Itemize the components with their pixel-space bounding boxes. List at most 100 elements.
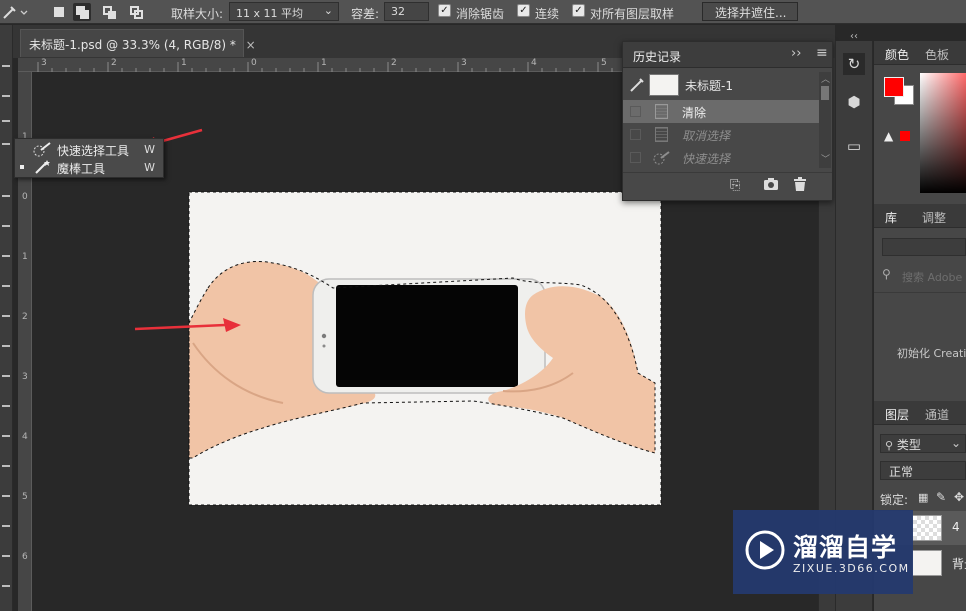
collapse-icon[interactable]: ‹‹	[850, 31, 858, 42]
tool-slot[interactable]	[2, 65, 10, 67]
3d-cube-icon[interactable]: ⬢	[843, 91, 865, 113]
tool-slot[interactable]	[2, 143, 10, 145]
flyout-item-label: 快速选择工具	[57, 144, 130, 158]
ruler-label: 4	[531, 58, 537, 68]
panel-menu-icon[interactable]: ≡	[816, 45, 828, 61]
tool-slot[interactable]	[2, 285, 10, 287]
subtract-from-selection-icon[interactable]	[100, 3, 118, 21]
lock-brush-icon[interactable]: ✎	[936, 490, 946, 504]
sample-all-layers-label: 对所有图层取样	[590, 7, 675, 21]
intersect-selection-icon[interactable]	[127, 3, 145, 21]
tool-slot[interactable]	[2, 375, 10, 377]
watermark: 溜溜自学 ZIXUE.3D66.COM	[733, 510, 913, 594]
folder-clock-icon[interactable]: ▭	[843, 135, 865, 157]
foreground-color-swatch[interactable]	[884, 77, 904, 97]
options-bar: 取样大小: 11 x 11 平均 ⌄ 容差: 32 ✓ 消除锯齿 ✓ 连续 ✓ …	[0, 0, 966, 24]
tool-slot[interactable]	[2, 495, 10, 497]
layer-thumbnail	[912, 550, 942, 576]
add-to-selection-icon[interactable]	[73, 3, 91, 21]
tolerance-input[interactable]: 32	[384, 2, 429, 21]
warning-icon: ▲	[884, 129, 894, 143]
tab-channels[interactable]: 通道	[925, 406, 949, 423]
flyout-item-shortcut: W	[144, 161, 155, 174]
gamut-color-swatch[interactable]	[900, 131, 910, 141]
history-tab[interactable]: 历史记录	[633, 48, 681, 65]
trash-icon[interactable]	[793, 177, 807, 195]
tool-slot[interactable]	[2, 315, 10, 317]
document-tab[interactable]: 未标题-1.psd @ 33.3% (4, RGB/8) * ×	[20, 29, 256, 57]
scroll-down-icon[interactable]: ﹀	[821, 152, 830, 165]
ruler-label: 0	[22, 192, 28, 202]
tool-slot[interactable]	[2, 120, 10, 122]
tolerance-label: 容差:	[351, 7, 380, 21]
ruler-label: 2	[391, 58, 397, 68]
tool-slot[interactable]	[2, 435, 10, 437]
history-panel: 历史记录 ›› ≡ 未标题-1 清除 取消选择 快速选择 ︿ ﹀ ⎘	[622, 41, 833, 201]
history-state[interactable]: 取消选择	[623, 123, 819, 146]
history-source-checkbox[interactable]	[630, 129, 641, 140]
history-source-checkbox[interactable]	[630, 106, 641, 117]
contiguous-checkbox[interactable]: ✓	[517, 4, 530, 17]
flyout-item-label: 魔棒工具	[57, 162, 106, 176]
tool-slot[interactable]	[2, 465, 10, 467]
tab-layers[interactable]: 图层	[885, 406, 909, 423]
camera-icon[interactable]	[763, 177, 779, 194]
library-select[interactable]	[882, 238, 966, 256]
tab-adjustments[interactable]: 调整	[922, 209, 946, 226]
tool-slot[interactable]	[2, 95, 10, 97]
history-scrollbar[interactable]: ︿ ﹀	[819, 72, 831, 168]
tab-swatches[interactable]: 色板	[925, 46, 949, 63]
blend-mode-value: 正常	[889, 465, 914, 479]
tool-slot[interactable]	[2, 555, 10, 557]
tool-slot[interactable]	[2, 585, 10, 587]
ruler-label: 1	[22, 252, 28, 262]
history-panel-icon[interactable]: ↻	[843, 53, 865, 75]
new-document-from-state-icon[interactable]: ⎘	[730, 178, 740, 193]
selection-tool-flyout: 快速选择工具 W 魔棒工具 W	[14, 138, 164, 178]
scroll-thumb[interactable]	[821, 86, 829, 100]
library-init-text: 初始化 Creativ	[897, 347, 966, 360]
select-and-mask-button[interactable]: 选择并遮住...	[702, 2, 798, 21]
color-spectrum[interactable]	[920, 73, 966, 193]
flyout-item-quick-selection[interactable]: 快速选择工具 W	[15, 140, 163, 159]
tools-panel	[0, 25, 13, 611]
new-selection-icon[interactable]	[50, 3, 68, 21]
document-title: 未标题-1.psd @ 33.3% (4, RGB/8) *	[29, 38, 236, 52]
history-source-checkbox[interactable]	[630, 152, 641, 163]
history-brush-icon	[629, 77, 645, 96]
history-snapshot[interactable]: 未标题-1	[623, 72, 819, 100]
ruler-label: 3	[22, 372, 28, 382]
layer-name: 背景	[952, 557, 966, 571]
tab-libraries[interactable]: 库	[885, 209, 897, 226]
ruler-label: 5	[601, 58, 607, 68]
tab-color[interactable]: 颜色	[885, 46, 909, 63]
blend-mode-select[interactable]: 正常	[880, 461, 966, 480]
tool-preset-icon[interactable]	[2, 3, 28, 21]
ruler-label: 2	[111, 58, 117, 68]
chevron-down-icon: ⌄	[950, 436, 961, 450]
tool-slot[interactable]	[2, 255, 10, 257]
ruler-label: 3	[461, 58, 467, 68]
flyout-item-magic-wand[interactable]: 魔棒工具 W	[15, 158, 163, 177]
history-state[interactable]: 快速选择	[623, 146, 819, 169]
lock-pixels-icon[interactable]: ▦	[918, 491, 928, 504]
lock-move-icon[interactable]: ✥	[954, 490, 964, 504]
collapse-icon[interactable]: ››	[791, 46, 801, 61]
sample-size-value: 11 x 11 平均	[236, 7, 303, 20]
sample-all-layers-checkbox[interactable]: ✓	[572, 4, 585, 17]
scroll-up-icon[interactable]: ︿	[821, 72, 830, 85]
library-search-input[interactable]: 搜索 Adobe	[902, 269, 962, 285]
history-state[interactable]: 清除	[623, 100, 819, 123]
antialias-checkbox[interactable]: ✓	[438, 4, 451, 17]
close-icon[interactable]: ×	[246, 38, 256, 52]
sample-size-select[interactable]: 11 x 11 平均 ⌄	[229, 2, 339, 21]
tool-slot[interactable]	[2, 405, 10, 407]
tool-slot[interactable]	[2, 345, 10, 347]
layer-thumbnail	[912, 515, 942, 541]
ruler-label: 3	[41, 58, 47, 68]
flyout-item-shortcut: W	[144, 143, 155, 156]
tool-slot[interactable]	[2, 195, 10, 197]
tool-slot[interactable]	[2, 525, 10, 527]
tool-slot[interactable]	[2, 225, 10, 227]
layer-filter-select[interactable]: ⚲ 类型 ⌄	[880, 434, 966, 453]
